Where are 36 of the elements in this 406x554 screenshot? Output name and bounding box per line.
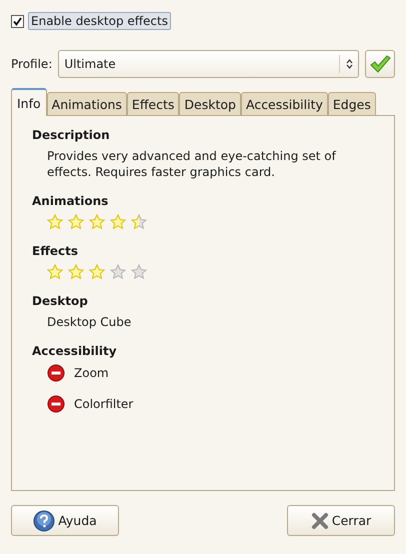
checkbox-label[interactable]: Enable desktop effects xyxy=(28,12,171,30)
star-icon xyxy=(110,214,126,230)
accessibility-item: Colorfilter xyxy=(74,397,134,411)
section-heading: Desktop xyxy=(32,294,89,308)
checkbox[interactable] xyxy=(11,14,24,28)
section-heading: Description xyxy=(32,128,111,142)
tab[interactable]: Edges xyxy=(328,92,376,115)
star-icon xyxy=(89,214,105,230)
spinner-arrows-icon xyxy=(346,59,352,69)
star-icon xyxy=(47,264,63,280)
tab[interactable]: Effects xyxy=(126,92,180,115)
close-icon xyxy=(310,512,329,530)
star-icon xyxy=(68,264,84,280)
help-button[interactable]: Ayuda xyxy=(11,505,119,536)
section-heading: Accessibility xyxy=(32,344,118,358)
tab[interactable]: Animations xyxy=(46,92,127,115)
tab[interactable]: Accessibility xyxy=(240,92,328,115)
close-button[interactable]: Cerrar xyxy=(287,505,395,536)
profile-dropdown[interactable]: Ultimate xyxy=(58,50,359,78)
star-icon xyxy=(47,214,63,230)
checkmark-icon xyxy=(369,54,391,74)
star-icon xyxy=(131,264,147,280)
tab[interactable]: Info xyxy=(11,88,47,116)
star-icon xyxy=(131,214,147,230)
help-icon xyxy=(33,510,56,532)
star-icon xyxy=(68,214,84,230)
desktop-value: Desktop Cube xyxy=(46,314,132,330)
tab[interactable]: Desktop xyxy=(179,92,241,115)
star-icon xyxy=(89,264,105,280)
profile-label: Profile: xyxy=(11,57,52,71)
accessibility-item: Zoom xyxy=(74,366,109,380)
star-icon xyxy=(110,264,126,280)
section-heading: Animations xyxy=(32,194,110,208)
apply-button[interactable] xyxy=(365,50,395,78)
section-heading: Effects xyxy=(32,244,80,258)
description-text: Provides very advanced and eye-catching set of effects. Requires faster graphics card. xyxy=(46,148,338,180)
